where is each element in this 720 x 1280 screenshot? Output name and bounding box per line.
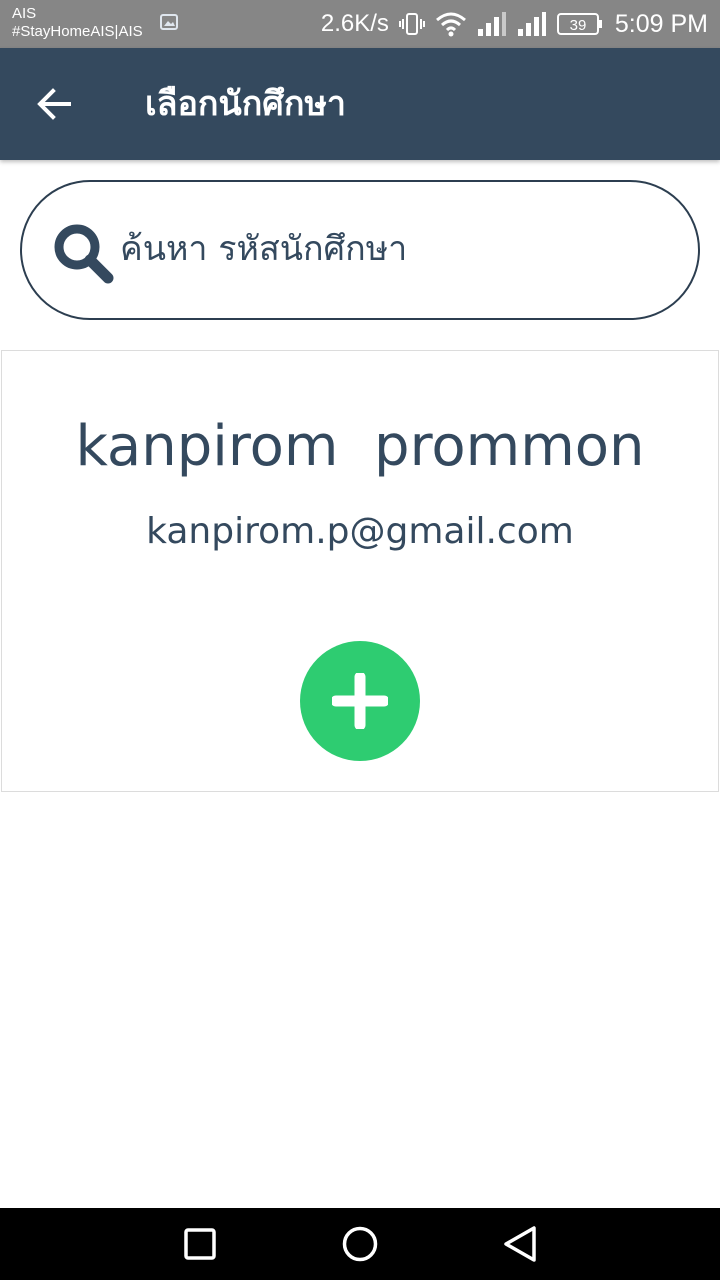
carrier-info: AIS #StayHomeAIS|AIS bbox=[12, 5, 143, 41]
square-recents-icon bbox=[184, 1228, 216, 1260]
status-bar: AIS #StayHomeAIS|AIS 2.6K/s 39 5:09 PM bbox=[0, 0, 720, 48]
gallery-icon bbox=[160, 14, 178, 30]
back-button[interactable] bbox=[22, 72, 86, 136]
vibrate-icon bbox=[398, 13, 425, 35]
home-button[interactable] bbox=[340, 1224, 380, 1264]
add-student-button[interactable] bbox=[300, 641, 420, 761]
search-icon bbox=[54, 224, 114, 284]
signal-icon bbox=[477, 12, 506, 36]
app-bar: เลือกนักศึกษา bbox=[0, 48, 720, 160]
circle-home-icon bbox=[342, 1226, 378, 1262]
recents-button[interactable] bbox=[180, 1224, 220, 1264]
page-title: เลือกนักศึกษา bbox=[145, 84, 346, 124]
network-speed: 2.6K/s bbox=[320, 10, 389, 37]
nav-back-button[interactable] bbox=[500, 1224, 540, 1264]
carrier-tag: #StayHomeAIS|AIS bbox=[12, 23, 143, 40]
carrier-name: AIS bbox=[12, 5, 37, 22]
arrow-left-icon bbox=[37, 88, 71, 120]
navigation-bar bbox=[0, 1208, 720, 1280]
wifi-icon bbox=[435, 12, 466, 37]
signal-icon bbox=[517, 12, 546, 36]
screen: AIS #StayHomeAIS|AIS 2.6K/s 39 5:09 PM เ… bbox=[0, 0, 720, 1280]
search-input[interactable] bbox=[120, 216, 660, 282]
status-icons: 2.6K/s 39 5:09 PM bbox=[321, 0, 708, 48]
triangle-back-icon bbox=[504, 1226, 536, 1262]
search-box[interactable] bbox=[20, 180, 700, 320]
plus-icon bbox=[332, 673, 388, 729]
battery-icon: 39 bbox=[556, 13, 602, 35]
student-card: kanpirom prommon kanpirom.p@gmail.com bbox=[1, 350, 719, 792]
student-name: kanpirom prommon bbox=[75, 414, 645, 479]
clock: 5:09 PM bbox=[614, 9, 708, 38]
student-email: kanpirom.p@gmail.com bbox=[146, 511, 574, 552]
battery-level: 39 bbox=[570, 17, 587, 34]
